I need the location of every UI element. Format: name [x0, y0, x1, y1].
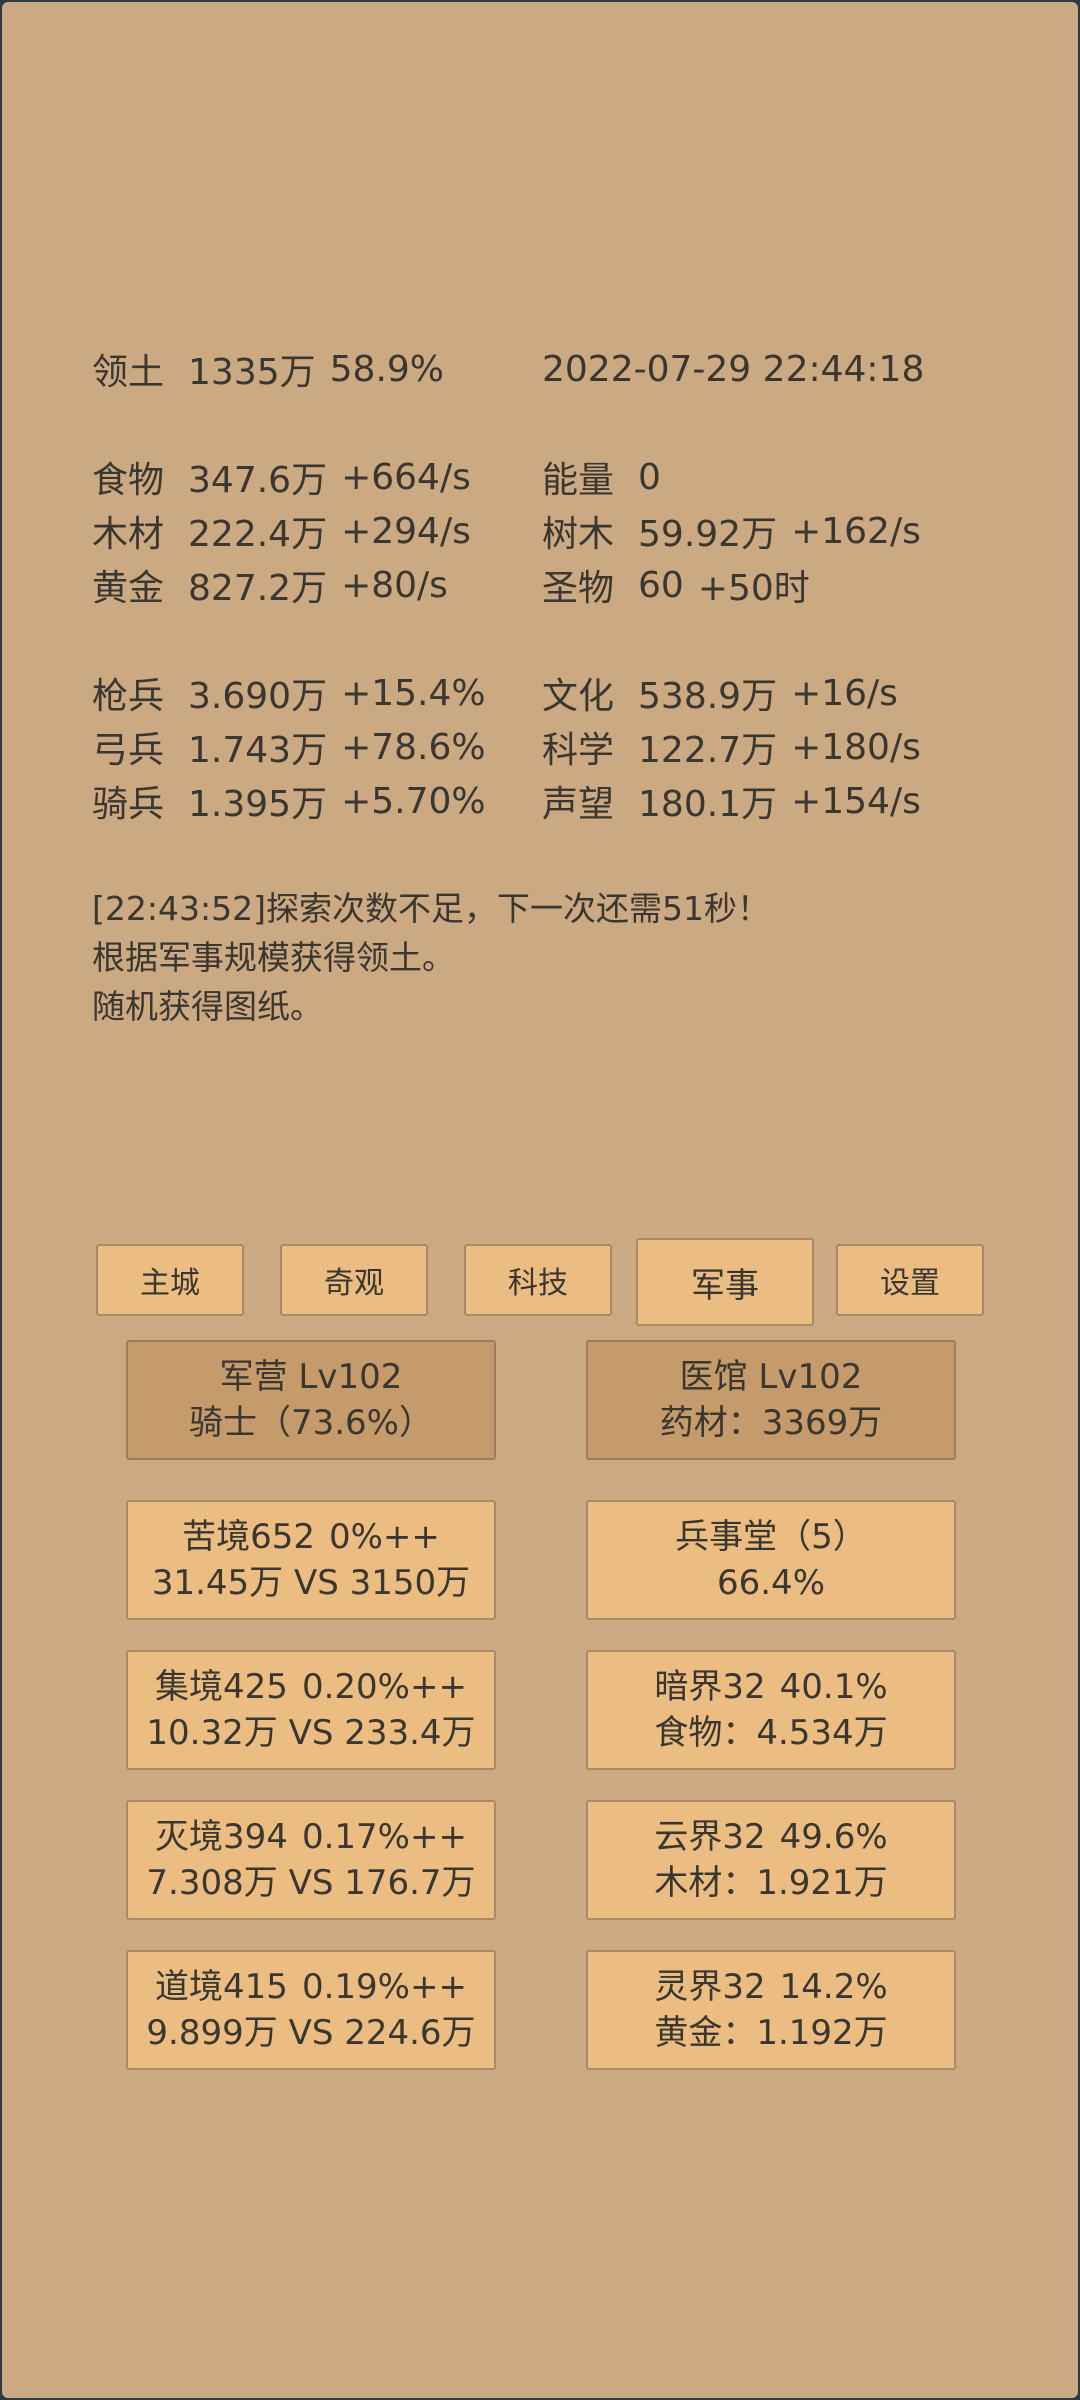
clinic-button[interactable]: 医馆 Lv102 药材：3369万 — [586, 1340, 956, 1460]
unit-value: 3.690万 — [188, 676, 328, 717]
military-row: 枪兵 3.690万 +15.4% 文化 538.9万 +16/s — [92, 666, 1052, 720]
card-detail: 黄金：1.192万 — [654, 2013, 888, 2053]
card-detail: 7.308万 VS 176.7万 — [146, 1863, 476, 1903]
tab-settings[interactable]: 设置 — [836, 1244, 984, 1316]
barracks-button[interactable]: 军营 Lv102 骑士（73.6%） — [126, 1340, 496, 1460]
military-row: 骑兵 1.395万 +5.70% 声望 180.1万 +154/s — [92, 774, 1052, 828]
stats-panel: 领土 1335万 58.9% 2022-07-29 22:44:18 食物 347… — [92, 342, 1052, 828]
resource-label: 科学 — [542, 730, 615, 771]
tab-bar: 主城 奇观 科技 军事 设置 — [2, 1238, 1078, 1328]
resource-row: 木材 222.4万 +294/s 树木 59.92万 +162/s — [92, 504, 1052, 558]
tab-technology[interactable]: 科技 — [464, 1244, 612, 1316]
tab-wonders[interactable]: 奇观 — [280, 1244, 428, 1316]
card-detail: 10.32万 VS 233.4万 — [146, 1713, 476, 1753]
military-row: 弓兵 1.743万 +78.6% 科学 122.7万 +180/s — [92, 720, 1052, 774]
resource-rate: +180/s — [791, 726, 921, 768]
card-title: 军营 Lv102 — [219, 1357, 403, 1397]
card-detail: 食物：4.534万 — [654, 1713, 888, 1753]
tab-main-city[interactable]: 主城 — [96, 1244, 244, 1316]
territory-label: 领土 — [92, 352, 165, 393]
card-detail: 木材：1.921万 — [654, 1863, 888, 1903]
realm-button-daojing[interactable]: 道境415 0.19%++ 9.899万 VS 224.6万 — [126, 1950, 496, 2070]
card-title: 医馆 Lv102 — [679, 1357, 863, 1397]
resource-value: 222.4万 — [188, 514, 328, 555]
log-line: 根据军事规模获得领土。 — [92, 938, 455, 977]
territory-row: 领土 1335万 58.9% 2022-07-29 22:44:18 — [92, 342, 1052, 396]
unit-rate: +5.70% — [341, 780, 486, 822]
game-screen: 领土 1335万 58.9% 2022-07-29 22:44:18 食物 347… — [2, 2, 1078, 2398]
resource-rate: +664/s — [341, 456, 471, 498]
card-title: 灭境394 0.17%++ — [155, 1817, 467, 1857]
card-detail: 31.45万 VS 3150万 — [151, 1563, 471, 1603]
unit-label: 枪兵 — [92, 676, 165, 717]
realm-button-jijing[interactable]: 集境425 0.20%++ 10.32万 VS 233.4万 — [126, 1650, 496, 1770]
unit-label: 骑兵 — [92, 784, 165, 825]
territory-value: 1335万 — [188, 352, 316, 393]
card-title: 苦境652 0%++ — [182, 1517, 440, 1557]
log-line: 随机获得图纸。 — [92, 987, 323, 1026]
resource-row: 食物 347.6万 +664/s 能量 0 — [92, 450, 1052, 504]
event-log: [22:43:52]探索次数不足，下一次还需51秒！ 根据军事规模获得领土。 随… — [92, 884, 1052, 1031]
realm-button-lingjie[interactable]: 灵界32 14.2% 黄金：1.192万 — [586, 1950, 956, 2070]
resource-rate: +80/s — [341, 564, 448, 606]
tab-military[interactable]: 军事 — [636, 1238, 814, 1326]
resource-label: 黄金 — [92, 568, 165, 609]
war-hall-button[interactable]: 兵事堂（5） 66.4% — [586, 1500, 956, 1620]
card-title: 暗界32 40.1% — [654, 1667, 888, 1707]
resource-value: 0 — [638, 456, 661, 498]
resource-label: 圣物 — [542, 568, 615, 609]
card-detail: 66.4% — [716, 1563, 825, 1603]
resource-value: 60 — [638, 564, 684, 606]
card-title: 灵界32 14.2% — [654, 1967, 888, 2007]
unit-rate: +15.4% — [341, 672, 486, 714]
clock-datetime: 2022-07-29 22:44:18 — [542, 348, 925, 390]
resource-label: 树木 — [542, 514, 615, 555]
log-line: [22:43:52]探索次数不足，下一次还需51秒！ — [92, 889, 770, 928]
resource-value: 122.7万 — [638, 730, 778, 771]
resource-value: 827.2万 — [188, 568, 328, 609]
resource-value: 538.9万 — [638, 676, 778, 717]
card-detail: 药材：3369万 — [659, 1403, 883, 1443]
resource-row: 黄金 827.2万 +80/s 圣物 60 +50时 — [92, 558, 1052, 612]
territory-percent: 58.9% — [329, 348, 445, 390]
resource-rate: +154/s — [791, 780, 921, 822]
unit-value: 1.743万 — [188, 730, 328, 771]
card-title: 集境425 0.20%++ — [155, 1667, 467, 1707]
realm-button-anjie[interactable]: 暗界32 40.1% 食物：4.534万 — [586, 1650, 956, 1770]
card-detail: 骑士（73.6%） — [188, 1403, 433, 1443]
resource-rate: +50时 — [697, 568, 810, 609]
resource-label: 声望 — [542, 784, 615, 825]
unit-label: 弓兵 — [92, 730, 165, 771]
resource-value: 180.1万 — [638, 784, 778, 825]
realm-button-miejing[interactable]: 灭境394 0.17%++ 7.308万 VS 176.7万 — [126, 1800, 496, 1920]
unit-rate: +78.6% — [341, 726, 486, 768]
resource-label: 文化 — [542, 676, 615, 717]
realm-button-kujing[interactable]: 苦境652 0%++ 31.45万 VS 3150万 — [126, 1500, 496, 1620]
card-title: 云界32 49.6% — [654, 1817, 888, 1857]
resource-label: 能量 — [542, 460, 615, 501]
resource-value: 347.6万 — [188, 460, 328, 501]
card-title: 兵事堂（5） — [675, 1517, 867, 1557]
realm-button-yunjie[interactable]: 云界32 49.6% 木材：1.921万 — [586, 1800, 956, 1920]
unit-value: 1.395万 — [188, 784, 328, 825]
resource-rate: +162/s — [791, 510, 921, 552]
card-detail: 9.899万 VS 224.6万 — [146, 2013, 476, 2053]
resource-label: 木材 — [92, 514, 165, 555]
card-title: 道境415 0.19%++ — [155, 1967, 467, 2007]
resource-value: 59.92万 — [638, 514, 778, 555]
resource-rate: +294/s — [341, 510, 471, 552]
resource-rate: +16/s — [791, 672, 898, 714]
resource-label: 食物 — [92, 460, 165, 501]
